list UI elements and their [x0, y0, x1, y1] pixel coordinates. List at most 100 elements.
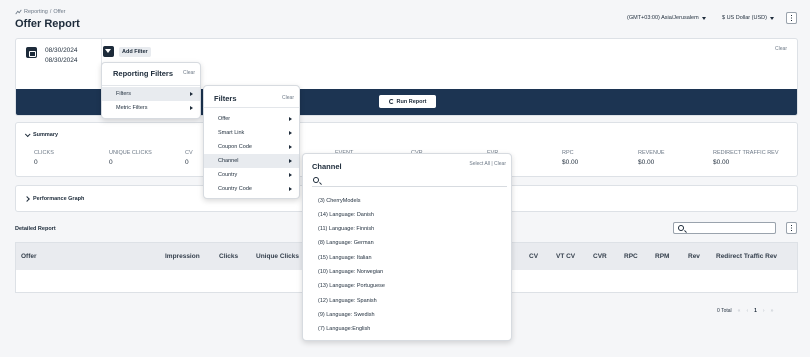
- date-end: 08/30/2024: [45, 57, 78, 64]
- chevron-right-icon: [289, 173, 292, 177]
- menu-item-label: Smart Link: [218, 130, 245, 136]
- add-filter-button[interactable]: Add Filter: [103, 46, 151, 57]
- metric-value: $0.00: [638, 159, 655, 166]
- page-options-button[interactable]: [786, 12, 797, 24]
- performance-graph-title: Performance Graph: [33, 196, 85, 202]
- menu-item-label: Filters: [116, 91, 131, 97]
- report-search-input[interactable]: [673, 222, 776, 234]
- timezone-select[interactable]: (GMT+03:00) Asia/Jerusalem: [627, 15, 706, 21]
- channel-option[interactable]: (13) Language: Portuguese: [318, 283, 385, 289]
- channel-option[interactable]: (9) Language: Swedish: [318, 312, 375, 318]
- next-page-button[interactable]: ›: [763, 308, 765, 314]
- menu-item-label: Channel: [218, 158, 239, 164]
- run-report-button[interactable]: Run Report: [379, 95, 436, 108]
- metric-label: CLICKS: [34, 150, 54, 156]
- detailed-report-title: Detailed Report: [15, 226, 56, 232]
- channel-option[interactable]: (8) Language: German: [318, 240, 374, 246]
- channel-option[interactable]: (14) Language: Danish: [318, 212, 374, 218]
- chevron-right-icon: [289, 145, 292, 149]
- metric-revenue: REVENUE $0.00: [638, 150, 665, 166]
- metric-unique-clicks: UNIQUE CLICKS 0: [109, 150, 152, 166]
- chevron-right-icon: [289, 159, 292, 163]
- timezone-value: (GMT+03:00) Asia/Jerusalem: [627, 15, 699, 21]
- channel-clear-button[interactable]: Clear: [494, 161, 506, 167]
- pagination: 0 Total « ‹ 1 › »: [717, 308, 773, 314]
- date-start: 08/30/2024: [45, 47, 78, 54]
- clear-filters-button[interactable]: Clear: [775, 46, 787, 52]
- channel-option[interactable]: (11) Language: Finnish: [318, 226, 374, 232]
- first-page-button[interactable]: «: [738, 308, 741, 314]
- column-header-cv[interactable]: CV: [529, 253, 538, 260]
- metric-cv: CV 0: [185, 150, 193, 166]
- reporting-icon: [15, 9, 22, 15]
- menu-item-smart-link[interactable]: Smart Link: [204, 126, 299, 140]
- summary-toggle[interactable]: Summary: [24, 131, 58, 138]
- search-icon: [678, 225, 684, 231]
- metric-value: $0.00: [562, 159, 579, 166]
- current-page[interactable]: 1: [754, 308, 757, 314]
- select-all-button[interactable]: Select All: [469, 161, 490, 167]
- menu-item-country[interactable]: Country: [204, 168, 299, 182]
- divider: [204, 107, 299, 108]
- filter-icon: [103, 46, 114, 57]
- metric-redirect-traffic-rev: REDIRECT TRAFFIC REV $0.00: [713, 150, 779, 166]
- channel-menu: Channel Select All | Clear (3) CherryMod…: [302, 153, 512, 341]
- menu-item-filters[interactable]: Filters: [102, 87, 200, 101]
- breadcrumb-current: Offer: [53, 9, 66, 15]
- metric-value: 0: [34, 159, 38, 166]
- chevron-down-icon: [24, 131, 31, 138]
- channel-option[interactable]: (15) Language: Italian: [318, 255, 372, 261]
- chevron-right-icon: [289, 187, 292, 191]
- divider: [102, 85, 200, 86]
- date-range-picker[interactable]: 08/30/2024 08/30/2024: [16, 39, 102, 89]
- chevron-right-icon: [24, 196, 30, 202]
- channel-option[interactable]: (3) CherryModels: [318, 198, 360, 204]
- prev-page-button[interactable]: ‹: [746, 308, 748, 314]
- chevron-down-icon: [701, 16, 706, 20]
- channel-option[interactable]: (7) Language:English: [318, 326, 370, 332]
- top-bar: Reporting / Offer Offer Report (GMT+03:0…: [0, 0, 810, 34]
- calendar-icon: [26, 47, 37, 58]
- column-header-rpm[interactable]: RPM: [655, 253, 669, 260]
- metric-value: 0: [185, 159, 189, 166]
- column-header-unique-clicks[interactable]: Unique Clicks: [256, 253, 299, 260]
- column-header-rpc[interactable]: RPC: [624, 253, 638, 260]
- channel-option[interactable]: (10) Language: Norwegian: [318, 269, 383, 275]
- menu-item-channel[interactable]: Channel: [204, 154, 299, 168]
- chevron-right-icon: [289, 131, 292, 135]
- performance-graph-toggle[interactable]: Performance Graph: [24, 196, 85, 202]
- filters-menu-clear[interactable]: Clear: [282, 95, 294, 101]
- column-header-cvr[interactable]: CVR: [593, 253, 607, 260]
- menu-item-coupon-code[interactable]: Coupon Code: [204, 140, 299, 154]
- currency-select[interactable]: $ US Dollar (USD): [722, 15, 774, 21]
- reporting-filters-clear[interactable]: Clear: [183, 70, 195, 76]
- column-header-impression[interactable]: Impression: [165, 253, 200, 260]
- column-header-redirect-traffic-rev[interactable]: Redirect Traffic Rev: [716, 253, 777, 260]
- page-title: Offer Report: [15, 18, 80, 30]
- channel-menu-actions: Select All | Clear: [469, 161, 506, 167]
- add-filter-label: Add Filter: [119, 46, 151, 57]
- channel-option[interactable]: (12) Language: Spanish: [318, 298, 377, 304]
- pagination-total: 0 Total: [717, 308, 732, 314]
- last-page-button[interactable]: »: [771, 308, 774, 314]
- report-options-button[interactable]: [786, 222, 797, 234]
- menu-item-metric-filters[interactable]: Metric Filters: [102, 101, 200, 115]
- chevron-right-icon: [289, 117, 292, 121]
- column-header-clicks[interactable]: Clicks: [219, 253, 238, 260]
- filters-menu: Filters Clear Offer Smart Link Coupon Co…: [203, 85, 300, 199]
- menu-item-offer[interactable]: Offer: [204, 112, 299, 126]
- chevron-right-icon: [190, 92, 193, 96]
- breadcrumb-root[interactable]: Reporting: [24, 9, 48, 15]
- channel-search-input[interactable]: [312, 175, 507, 187]
- column-header-rev[interactable]: Rev: [688, 253, 700, 260]
- chevron-right-icon: [190, 106, 193, 110]
- metric-label: UNIQUE CLICKS: [109, 150, 152, 156]
- refresh-icon: [388, 99, 394, 104]
- divider: |: [491, 161, 493, 167]
- metric-clicks: CLICKS 0: [34, 150, 54, 166]
- metric-label: REDIRECT TRAFFIC REV: [713, 150, 779, 156]
- column-header-offer[interactable]: Offer: [21, 253, 37, 260]
- kebab-icon: [791, 225, 792, 231]
- menu-item-country-code[interactable]: Country Code: [204, 182, 299, 196]
- column-header-vt-cv[interactable]: VT CV: [556, 253, 575, 260]
